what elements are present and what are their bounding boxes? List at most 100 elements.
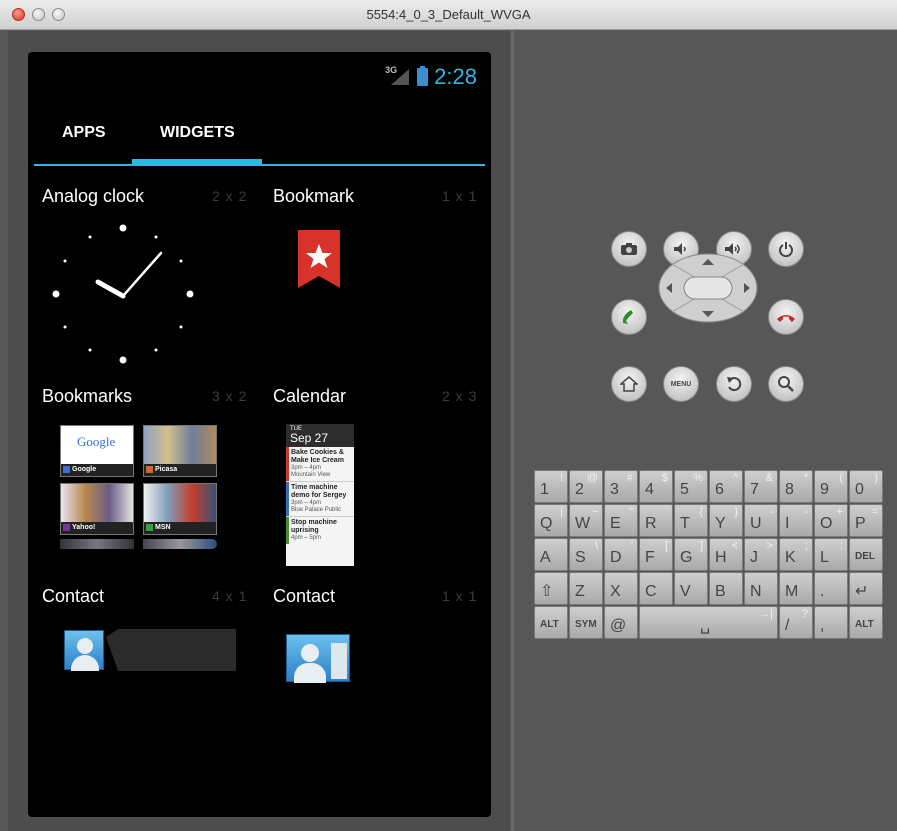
back-button[interactable] — [716, 366, 752, 402]
key-g[interactable]: G] — [674, 538, 708, 571]
calendar-event: Time machine demo for Sergey 3pm – 4pm B… — [286, 482, 354, 517]
bookmark-star-icon[interactable] — [298, 230, 340, 288]
key-7[interactable]: 7 & — [744, 470, 778, 503]
key-comma[interactable]: , — [814, 606, 848, 639]
key-del[interactable]: DEL — [849, 538, 883, 571]
widget-size-bookmark: 1 x 1 — [442, 188, 478, 204]
key-u[interactable]: U- — [744, 504, 778, 537]
key-h[interactable]: H < — [709, 538, 743, 571]
widget-size-analog-clock: 2 x 2 — [212, 188, 248, 204]
call-icon — [622, 310, 633, 324]
key-r[interactable]: R ` — [639, 504, 673, 537]
bookmarks-widget-preview[interactable]: Google Google Picasa Yahoo! MSN — [60, 425, 220, 555]
bookmark-thumb-msn: MSN — [143, 483, 217, 535]
widget-size-bookmarks: 3 x 2 — [212, 388, 248, 404]
bookmarks-scroll-strip — [60, 539, 134, 549]
key-6[interactable]: 6 ^ — [709, 470, 743, 503]
end-call-icon — [777, 315, 795, 322]
key-slash[interactable]: /? — [779, 606, 813, 639]
key-5[interactable]: 5% — [674, 470, 708, 503]
menu-label: MENU — [670, 380, 692, 388]
key-2[interactable]: 2 @ — [569, 470, 603, 503]
key-l[interactable]: L: — [814, 538, 848, 571]
key-4[interactable]: 4 $ — [639, 470, 673, 503]
key-t[interactable]: T{ — [674, 504, 708, 537]
key-3[interactable]: 3 # — [604, 470, 638, 503]
calendar-widget-preview[interactable]: TUE Sep 27 Bake Cookies & Make Ice Cream… — [286, 424, 354, 566]
event-location: Blue Palace Public — [291, 507, 342, 513]
key-a[interactable]: A — [534, 538, 568, 571]
key-n[interactable]: N — [744, 572, 778, 605]
widget-size-calendar: 2 x 3 — [442, 388, 478, 404]
key-y[interactable]: Y} — [709, 504, 743, 537]
call-button[interactable] — [611, 299, 647, 335]
key-space[interactable]: ␣ →| — [639, 606, 778, 639]
key-sym[interactable]: SYM — [569, 606, 603, 639]
event-time: 4pm – 5pm — [291, 535, 322, 541]
widget-size-contact-4x1: 4 x 1 — [212, 588, 248, 604]
contact-card-icon — [286, 634, 350, 683]
event-time: 3pm – 4pm — [291, 465, 322, 471]
contact-avatar-icon — [64, 630, 104, 671]
key-p[interactable]: P = — [849, 504, 883, 537]
key-period[interactable]: . — [814, 572, 848, 605]
key-x[interactable]: X — [604, 572, 638, 605]
search-icon — [778, 376, 794, 392]
selected-tab-indicator — [132, 159, 262, 166]
contact-1x1-widget-preview[interactable] — [286, 632, 352, 683]
widget-title-contact-4x1: Contact — [42, 586, 105, 606]
widget-title-analog-clock: Analog clock — [42, 186, 145, 206]
key-k[interactable]: K; — [779, 538, 813, 571]
key-e[interactable]: E " — [604, 504, 638, 537]
power-button[interactable] — [768, 231, 804, 267]
key-alt-left[interactable]: ALT — [534, 606, 568, 639]
dpad[interactable] — [658, 253, 758, 323]
key-shift[interactable]: ⇧ — [534, 572, 568, 605]
camera-button[interactable] — [611, 231, 647, 267]
key-z[interactable]: Z — [569, 572, 603, 605]
window-title-bar: 5554:4_0_3_Default_WVGA — [0, 0, 897, 30]
signal-icon: 3G — [385, 65, 411, 86]
bookmark-label: Picasa — [155, 466, 178, 473]
key-v[interactable]: V — [674, 572, 708, 605]
key-w[interactable]: W ~ — [569, 504, 603, 537]
end-call-button[interactable] — [768, 299, 804, 335]
key-at[interactable]: @ — [604, 606, 638, 639]
key-o[interactable]: O + — [814, 504, 848, 537]
key-i[interactable]: I- — [779, 504, 813, 537]
tab-widgets[interactable]: WIDGETS — [160, 124, 235, 142]
analog-clock-widget[interactable] — [48, 220, 198, 370]
widget-size-contact-1x1: 1 x 1 — [442, 588, 478, 604]
key-1[interactable]: 1! — [534, 470, 568, 503]
widget-title-calendar: Calendar — [273, 386, 347, 406]
calendar-date: Sep 27 — [290, 431, 329, 445]
key-q[interactable]: Q | — [534, 504, 568, 537]
key-f[interactable]: F[ — [639, 538, 673, 571]
contact-4x1-widget-preview[interactable] — [64, 629, 236, 671]
key-0[interactable]: 0) — [849, 470, 883, 503]
key-m[interactable]: M — [779, 572, 813, 605]
key-b[interactable]: B — [709, 572, 743, 605]
tab-apps[interactable]: APPS — [62, 124, 106, 142]
key-s[interactable]: S \ — [569, 538, 603, 571]
key-8[interactable]: 8 * — [779, 470, 813, 503]
search-button[interactable] — [768, 366, 804, 402]
home-button[interactable] — [611, 366, 647, 402]
key-enter[interactable]: ↵ — [849, 572, 883, 605]
calendar-event: Bake Cookies & Make Ice Cream 3pm – 4pm … — [286, 447, 354, 482]
widget-title-bookmark: Bookmark — [273, 186, 355, 206]
key-9[interactable]: 9( — [814, 470, 848, 503]
bookmarks-scroll-strip — [143, 539, 217, 549]
device-screen[interactable]: 3G 2:28 APPS WIDGETS Analog clock 2 x 2 … — [28, 52, 491, 817]
menu-button[interactable]: MENU — [663, 366, 699, 402]
window-title: 5554:4_0_3_Default_WVGA — [366, 7, 531, 22]
key-alt-right[interactable]: ALT — [849, 606, 883, 639]
event-title: Bake Cookies & Make Ice Cream — [291, 449, 344, 464]
network-type: 3G — [385, 65, 398, 75]
key-d[interactable]: D ' — [604, 538, 638, 571]
event-time: 3pm – 4pm — [291, 500, 322, 506]
key-j[interactable]: J > — [744, 538, 778, 571]
event-title: Stop machine uprising — [291, 519, 337, 534]
key-c[interactable]: C — [639, 572, 673, 605]
bookmark-label: MSN — [155, 524, 171, 531]
